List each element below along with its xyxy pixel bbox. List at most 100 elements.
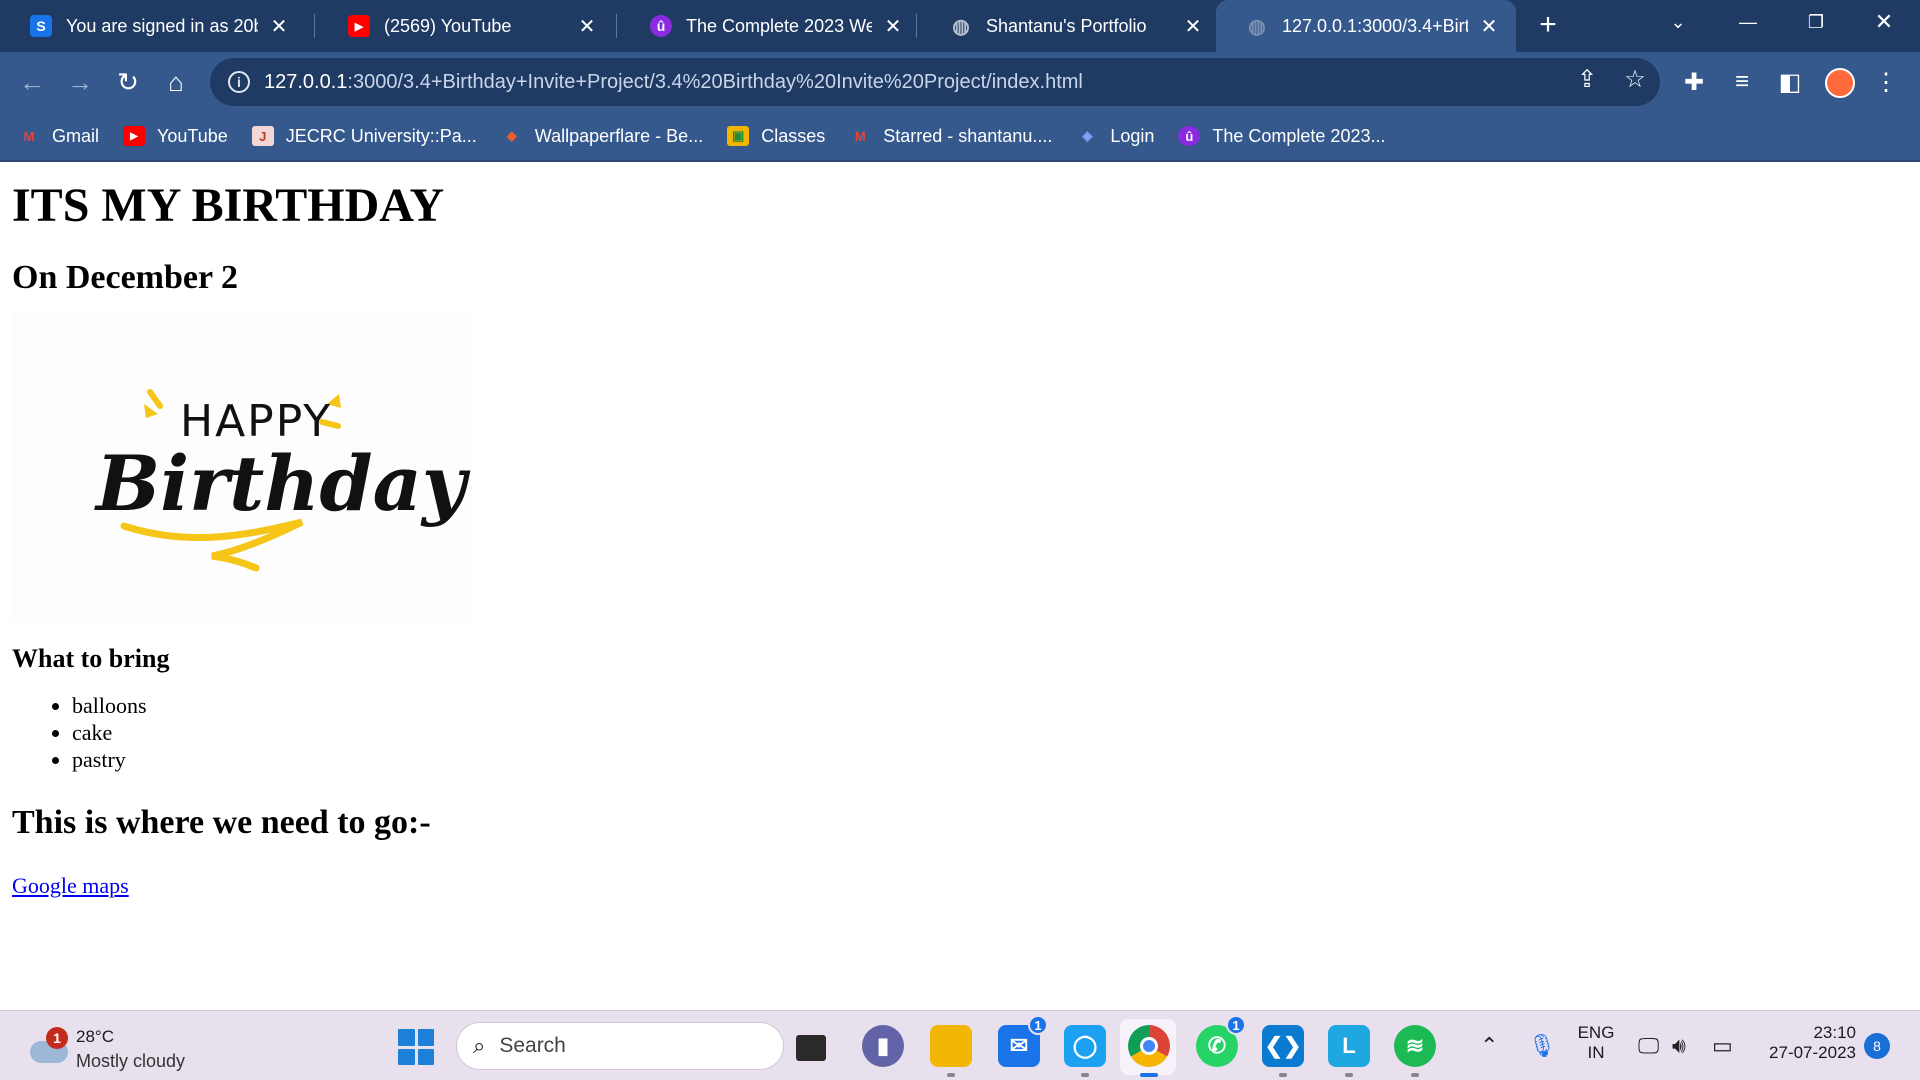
tab-title: (2569) YouTube [384, 15, 512, 36]
site-info-icon[interactable]: i [228, 71, 250, 93]
teams-chat-icon[interactable]: ▮ [862, 1025, 904, 1067]
bookmark-web-course[interactable]: û The Complete 2023... [1178, 126, 1385, 147]
bring-heading: What to bring [12, 644, 170, 673]
close-icon[interactable]: ✕ [1476, 13, 1502, 39]
close-window-button[interactable]: ✕ [1856, 0, 1912, 44]
share-icon[interactable]: ⇪ [1572, 64, 1602, 94]
login-icon: ◈ [1082, 128, 1093, 143]
battery-icon[interactable]: ▭ [1712, 1033, 1733, 1059]
mail-icon[interactable]: ✉ 1 [998, 1015, 1048, 1067]
bookmark-label: Starred - shantanu.... [883, 125, 1053, 146]
google-maps-link[interactable]: Google maps [12, 873, 129, 899]
side-panel-icon[interactable]: ◧ [1774, 66, 1806, 98]
running-indicator [1279, 1073, 1287, 1077]
clock[interactable]: 23:10 27-07-2023 [1756, 1023, 1856, 1063]
whatsapp-icon[interactable]: ✆ 1 [1196, 1015, 1246, 1067]
url-host: 127.0.0.1 [264, 70, 348, 93]
windows-taskbar: 1 28°C Mostly cloudy ⌕ Search ▮ ✉ 1 ◯ ✆ 1 … [0, 1010, 1920, 1080]
page-heading: ITS MY BIRTHDAY [12, 179, 445, 232]
bookmark-classes[interactable]: ▣ Classes [727, 126, 825, 147]
bookmark-starred[interactable]: M Starred - shantanu.... [849, 125, 1053, 147]
page-content: ITS MY BIRTHDAY On December 2 HAPPY Birt… [0, 164, 1920, 1010]
url-text[interactable]: 127.0.0.1:3000/3.4+Birthday+Invite+Proje… [264, 71, 1083, 94]
happy-birthday-graphic: HAPPY Birthday [94, 389, 471, 572]
close-icon[interactable]: ✕ [1180, 13, 1206, 39]
running-indicator [947, 1073, 955, 1077]
volume-icon[interactable]: 🔊︎ [1672, 1033, 1686, 1059]
chevron-up-icon[interactable]: ⌃ [1480, 1033, 1498, 1059]
tab-portfolio[interactable]: ◍ Shantanu's Portfolio ✕ [920, 0, 1220, 52]
chrome-icon[interactable] [1128, 1025, 1170, 1077]
notification-badge[interactable]: 8 [1864, 1033, 1890, 1059]
tab-title: The Complete 2023 Web [686, 15, 872, 36]
menu-kebab-icon[interactable]: ⋮ [1870, 66, 1902, 98]
language-top: ENG [1577, 1023, 1615, 1042]
close-icon[interactable]: ✕ [266, 13, 292, 39]
taskbar-search[interactable]: ⌕ Search [456, 1022, 784, 1070]
mail-badge: 1 [1028, 1015, 1048, 1035]
forward-button[interactable]: → [60, 62, 100, 102]
tab-title: You are signed in as 20bc [66, 15, 258, 36]
bookmark-jecrc[interactable]: J JECRC University::Pa... [251, 125, 477, 147]
restore-button[interactable]: ❐ [1788, 0, 1844, 44]
youtube-favicon-icon: ▶ [348, 15, 370, 37]
home-button[interactable]: ⌂ [156, 62, 196, 102]
list-item: cake [72, 719, 1920, 746]
tab-search-chevron-icon[interactable]: ⌄ [1650, 0, 1706, 44]
tab-signed-in[interactable]: S You are signed in as 20bc ✕ [0, 0, 306, 52]
reload-button[interactable]: ↻ [108, 62, 148, 102]
tab-youtube[interactable]: ▶ (2569) YouTube ✕ [318, 0, 614, 52]
youtube-icon: ▶ [123, 126, 146, 146]
bookmark-label: Wallpaperflare - Be... [534, 125, 704, 146]
reading-list-icon[interactable]: ≡ [1726, 66, 1758, 98]
network-icon[interactable]: 🖵︎ [1638, 1033, 1659, 1059]
bookmark-login[interactable]: ◈ Login [1076, 126, 1154, 147]
new-tab-button[interactable]: + [1532, 10, 1564, 42]
close-icon[interactable]: ✕ [880, 13, 906, 39]
close-icon[interactable]: ✕ [574, 13, 600, 39]
extensions-icon[interactable]: ✚ [1678, 66, 1710, 98]
tab-separator [916, 14, 917, 38]
jecrc-icon: J [251, 126, 274, 146]
bookmark-label: JECRC University::Pa... [285, 125, 477, 146]
weather-badge: 1 [46, 1027, 68, 1049]
bookmarks-bar: M Gmail ▶ YouTube J JECRC University::Pa… [0, 112, 1920, 162]
running-indicator [1411, 1073, 1419, 1077]
back-button[interactable]: ← [12, 62, 52, 102]
vscode-icon[interactable]: ❮❯ [1262, 1025, 1304, 1077]
microphone-icon[interactable]: 🎙︎ [1528, 1033, 1556, 1059]
flame-icon: ◆ [506, 128, 517, 143]
minimize-button[interactable]: — [1720, 0, 1776, 44]
launcher-l-icon[interactable]: L [1328, 1025, 1370, 1077]
globe-icon: ◍ [952, 15, 970, 38]
bookmark-youtube[interactable]: ▶ YouTube [123, 126, 228, 147]
tab-strip: S You are signed in as 20bc ✕ ▶ (2569) Y… [0, 0, 1920, 52]
bookmark-wallpaperflare[interactable]: ◆ Wallpaperflare - Be... [501, 126, 703, 147]
spotify-icon[interactable]: ≋ [1394, 1025, 1436, 1077]
profile-avatar[interactable] [1825, 68, 1855, 98]
tab-separator [616, 14, 617, 38]
weather-widget[interactable]: 1 28°C Mostly cloudy [26, 1019, 196, 1073]
tab-separator [314, 14, 315, 38]
udemy-icon: û [1178, 126, 1201, 146]
bookmark-gmail[interactable]: M Gmail [18, 126, 99, 147]
language-indicator[interactable]: ENG IN [1576, 1023, 1616, 1063]
file-explorer-icon[interactable] [930, 1025, 972, 1077]
weather-temperature: 28°C [76, 1027, 114, 1046]
tab-web-course[interactable]: û The Complete 2023 Web ✕ [620, 0, 920, 52]
bring-list: balloons cake pastry [72, 692, 1920, 773]
address-bar[interactable]: i 127.0.0.1:3000/3.4+Birthday+Invite+Pro… [210, 58, 1660, 106]
tab-birthday-active[interactable]: ◍ 127.0.0.1:3000/3.4+Birthd ✕ [1216, 0, 1516, 52]
list-item: balloons [72, 692, 1920, 719]
browser-toolbar: ← → ↻ ⌂ i 127.0.0.1:3000/3.4+Birthday+In… [0, 52, 1920, 112]
location-heading: This is where we need to go:- [12, 804, 431, 841]
weather-condition: Mostly cloudy [76, 1051, 186, 1071]
bookmark-star-icon[interactable]: ☆ [1620, 64, 1650, 94]
alexa-icon[interactable]: ◯ [1064, 1025, 1106, 1077]
gmail-icon: M [23, 128, 35, 144]
bookmark-label: YouTube [157, 125, 228, 146]
windows-start-icon[interactable] [398, 1029, 434, 1065]
tab-title: Shantanu's Portfolio [986, 15, 1147, 36]
search-placeholder: Search [499, 1034, 566, 1057]
task-view-icon[interactable] [796, 1035, 826, 1061]
